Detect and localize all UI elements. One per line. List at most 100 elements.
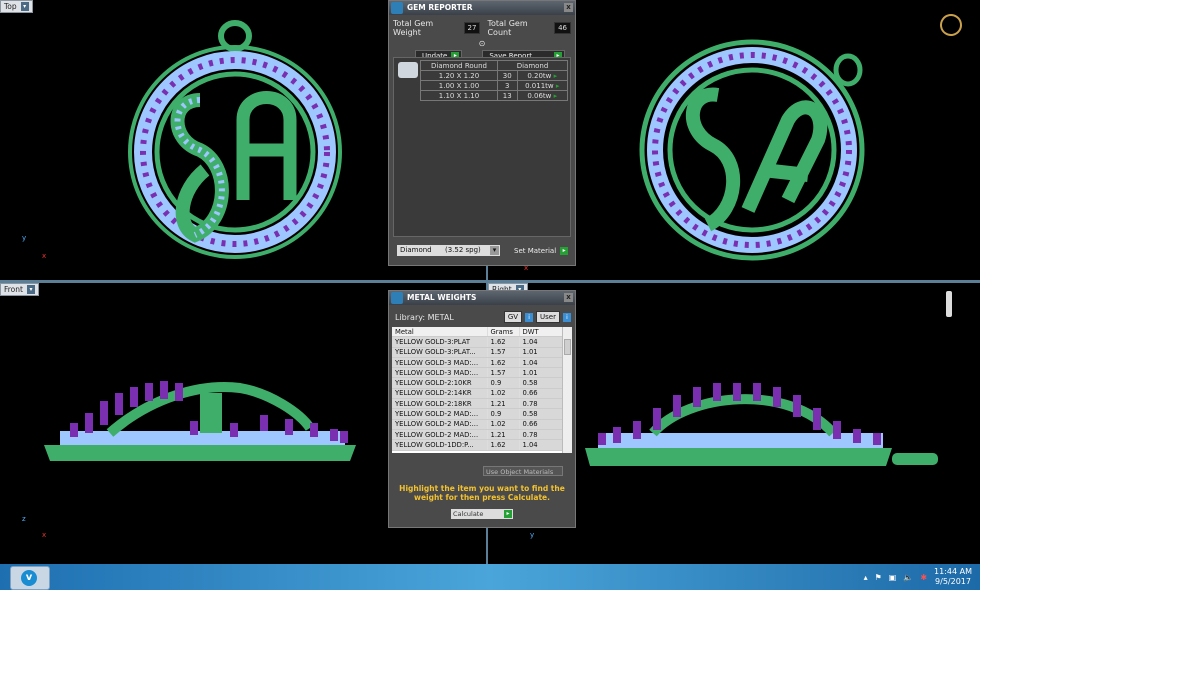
taskbar-app-button[interactable]: v bbox=[10, 566, 50, 590]
metal-cell: YELLOW GOLD-2 MAD:... bbox=[392, 429, 488, 441]
axis-v-label: y bbox=[22, 234, 27, 242]
gem-weight: 0.011tw bbox=[525, 81, 554, 90]
material-header: Diamond bbox=[497, 60, 568, 71]
metal-row[interactable]: YELLOW GOLD-2:10KR 0.9 0.58 bbox=[392, 377, 563, 389]
metal-cell: 0.66 bbox=[519, 419, 563, 430]
gem-size: 1.00 X 1.00 bbox=[419, 80, 499, 91]
scroll-thumb[interactable] bbox=[564, 339, 571, 355]
material-select[interactable]: Diamond (3.52 spg) ▾ bbox=[397, 245, 500, 256]
diamond-thumbnail-icon[interactable] bbox=[398, 62, 418, 78]
metal-cell: 1.02 bbox=[487, 388, 520, 400]
pen-tool-icon[interactable] bbox=[946, 291, 952, 317]
metal-cell: 1.62 bbox=[487, 439, 520, 451]
metal-header[interactable]: Metal bbox=[392, 327, 488, 338]
axis-h-label: x bbox=[42, 252, 47, 260]
metal-list-scrollbar[interactable] bbox=[562, 327, 572, 453]
metal-row[interactable]: YELLOW GOLD-2 MAD:... 0.9 0.58 bbox=[392, 408, 563, 420]
metal-cell: YELLOW GOLD-3:PLAT bbox=[392, 336, 488, 348]
metal-cell: 1.21 bbox=[487, 398, 520, 410]
security-alert-icon[interactable]: ✱ bbox=[920, 573, 927, 582]
use-object-materials-checkbox[interactable]: Use Object Materials bbox=[483, 466, 563, 476]
dwt-header[interactable]: DWT bbox=[519, 327, 563, 338]
play-icon[interactable]: ▸ bbox=[556, 82, 560, 90]
gem-reporter-titlebar[interactable]: GEM REPORTER x bbox=[389, 1, 575, 15]
metal-row[interactable]: YELLOW GOLD-2:18KR 1.21 0.78 bbox=[392, 398, 563, 410]
gem-row[interactable]: 1.20 X 1.20 30 0.20tw ▸ bbox=[419, 70, 568, 81]
app-logo-icon bbox=[391, 2, 403, 14]
metal-cell: 1.21 bbox=[487, 429, 520, 441]
panel-title: GEM REPORTER bbox=[407, 3, 473, 12]
gem-weight-cell: 0.011tw ▸ bbox=[516, 80, 568, 91]
metal-cell: YELLOW GOLD-2 MAD:... bbox=[392, 408, 488, 420]
collapse-handle-icon[interactable]: ⊙ bbox=[389, 39, 575, 48]
play-icon[interactable]: ▸ bbox=[554, 72, 558, 80]
clock-date: 9/5/2017 bbox=[935, 577, 971, 586]
set-material-button[interactable]: Set Material ▸ bbox=[508, 246, 570, 256]
total-gem-weight-field[interactable]: 27 bbox=[463, 22, 481, 34]
set-material-label: Set Material bbox=[514, 246, 557, 255]
flag-icon[interactable]: ⚑ bbox=[875, 573, 882, 582]
gem-weight: 0.06tw bbox=[527, 91, 552, 100]
play-icon[interactable]: ▸ bbox=[554, 92, 558, 100]
gem-size: 1.20 X 1.20 bbox=[419, 70, 499, 81]
grams-header[interactable]: Grams bbox=[487, 327, 520, 338]
panel-title: METAL WEIGHTS bbox=[407, 293, 477, 302]
metal-cell: 1.62 bbox=[487, 357, 520, 369]
metal-cell: 1.04 bbox=[519, 357, 563, 369]
metal-row[interactable]: YELLOW GOLD-2 MAD:... 1.21 0.78 bbox=[392, 429, 563, 441]
metal-cell: 0.58 bbox=[519, 377, 563, 389]
show-hidden-icons-icon[interactable]: ▴ bbox=[864, 573, 868, 582]
clock[interactable]: 11:44 AM 9/5/2017 bbox=[934, 567, 972, 587]
metal-weights-panel: METAL WEIGHTS x Library: METAL GV i User… bbox=[388, 290, 576, 528]
chevron-down-icon: ▾ bbox=[490, 246, 499, 255]
info-icon[interactable]: i bbox=[563, 312, 571, 322]
metal-cell: 0.78 bbox=[519, 398, 563, 410]
metal-cell: YELLOW GOLD-1DD:P... bbox=[392, 439, 488, 451]
gem-count: 30 bbox=[497, 70, 518, 81]
app-logo-icon: v bbox=[21, 570, 37, 586]
close-button[interactable]: x bbox=[564, 3, 573, 12]
info-icon[interactable]: i bbox=[525, 312, 534, 322]
metal-cell: 0.66 bbox=[519, 388, 563, 400]
metal-row[interactable]: YELLOW GOLD-3:PLAT 1.62 1.04 bbox=[392, 336, 563, 348]
user-toggle[interactable]: User bbox=[536, 311, 560, 323]
network-icon[interactable]: ▣ bbox=[889, 573, 897, 582]
metal-cell: YELLOW GOLD-2:10KR bbox=[392, 377, 488, 389]
volume-icon[interactable]: 🔈 bbox=[903, 573, 913, 582]
metal-row[interactable]: YELLOW GOLD-1DD:P... 1.62 1.04 bbox=[392, 439, 563, 451]
metal-list[interactable]: Metal Grams DWT YELLOW GOLD-3:PLAT 1.62 1.… bbox=[392, 327, 572, 453]
metal-cell: 1.62 bbox=[487, 336, 520, 348]
gem-row[interactable]: 1.10 X 1.10 13 0.06tw ▸ bbox=[419, 90, 568, 101]
metal-cell: YELLOW GOLD-3:PLAT... bbox=[392, 347, 488, 358]
play-icon: ▸ bbox=[560, 246, 569, 255]
calculate-button[interactable]: Calculate ▸ bbox=[451, 509, 513, 519]
cad-workspace: Top ▾ y x x Front ▾ z x y GEM REPORTER x… bbox=[0, 0, 980, 590]
metal-row[interactable]: YELLOW GOLD-2:14KR 1.02 0.66 bbox=[392, 388, 563, 400]
viewport-divider-horizontal[interactable] bbox=[0, 280, 980, 283]
total-gem-weight-label: Total Gem Weight bbox=[393, 19, 434, 37]
gv-toggle[interactable]: GV bbox=[503, 311, 523, 323]
gem-count: 13 bbox=[497, 90, 518, 101]
gem-row[interactable]: 1.00 X 1.00 3 0.011tw ▸ bbox=[419, 80, 568, 91]
metal-cell: 1.01 bbox=[519, 367, 563, 379]
metal-row[interactable]: YELLOW GOLD-2 MAD:... 1.02 0.66 bbox=[392, 419, 563, 430]
total-gem-count-field[interactable]: 46 bbox=[554, 22, 571, 34]
gem-weight-cell: 0.20tw ▸ bbox=[516, 70, 568, 81]
metal-row[interactable]: YELLOW GOLD-3 MAD:... 1.57 1.01 bbox=[392, 367, 563, 379]
system-tray: ▴ ⚑ ▣ 🔈 ✱ 11:44 AM 9/5/2017 bbox=[864, 567, 972, 587]
metal-cell: 1.04 bbox=[519, 336, 563, 348]
metal-cell: YELLOW GOLD-3 MAD:... bbox=[392, 357, 488, 369]
metal-cell: 1.57 bbox=[487, 347, 520, 358]
metal-row[interactable]: YELLOW GOLD-3 MAD:... 1.62 1.04 bbox=[392, 357, 563, 369]
metal-weights-titlebar[interactable]: METAL WEIGHTS x bbox=[389, 291, 575, 305]
axis-h-label: x bbox=[42, 531, 47, 539]
library-label: Library: METAL bbox=[395, 312, 454, 322]
use-object-materials-label: Use Object Materials bbox=[486, 468, 554, 476]
gem-list: Diamond Round Diamond 1.20 X 1.20 30 0.2… bbox=[393, 57, 571, 237]
metal-row[interactable]: YELLOW GOLD-3:PLAT... 1.57 1.01 bbox=[392, 347, 563, 358]
axis-v-label: z bbox=[22, 515, 26, 523]
metal-cell: 0.78 bbox=[519, 429, 563, 441]
windows-taskbar: v ▴ ⚑ ▣ 🔈 ✱ 11:44 AM 9/5/2017 bbox=[0, 564, 980, 590]
close-button[interactable]: x bbox=[564, 293, 573, 302]
gem-count: 3 bbox=[497, 80, 518, 91]
